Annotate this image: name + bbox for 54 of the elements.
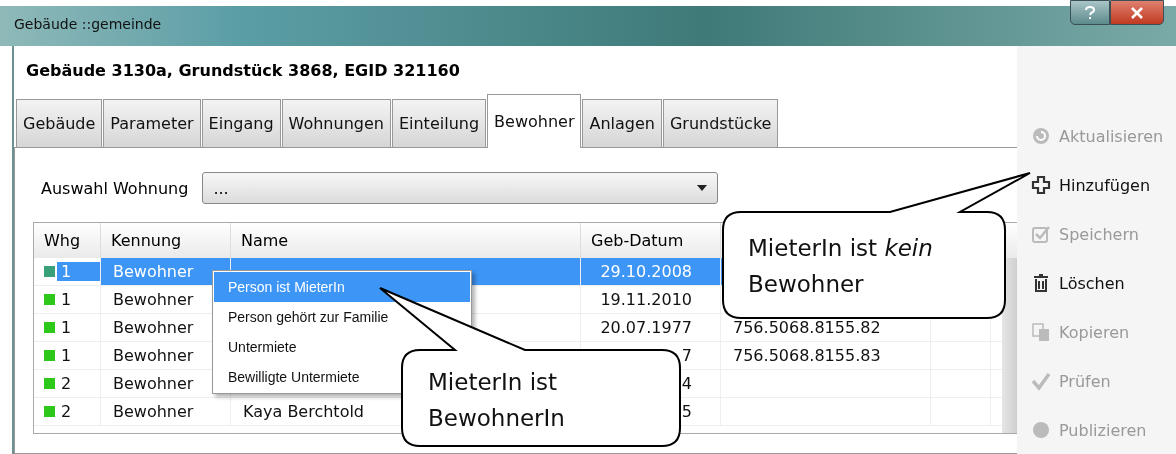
table-cell: 1: [61, 346, 72, 365]
table-cell: 20.07.1977: [600, 318, 692, 337]
tab[interactable]: Bewohner: [487, 94, 582, 148]
refresh-icon: [1031, 126, 1051, 146]
table-cell: Bewohner: [113, 374, 194, 393]
checkbox-icon: [1031, 224, 1051, 244]
checkmark-icon: [1031, 371, 1051, 391]
apartment-dropdown[interactable]: ...: [202, 172, 719, 204]
table-cell: 2: [61, 374, 72, 393]
record-heading: Gebäude 3130a, Grundstück 3868, EGID 321160: [25, 60, 461, 82]
status-square-icon: [44, 378, 55, 389]
table-cell: Bewohner: [113, 318, 194, 337]
table-cell: 756.5068.8155.82: [733, 318, 881, 337]
table-cell: 1: [61, 290, 72, 309]
plus-icon: [1031, 175, 1051, 195]
copy-icon: [1031, 322, 1051, 342]
status-square-icon: [44, 322, 55, 333]
window-title: Gebäude ::gemeinde: [14, 15, 162, 32]
status-square-icon: [44, 406, 55, 417]
trash-icon: [1031, 273, 1051, 293]
table-cell: 2: [61, 402, 72, 421]
table-cell: Kaya Berchtold: [243, 402, 365, 421]
tab[interactable]: Einteilung: [391, 99, 487, 147]
status-square-icon: [44, 266, 55, 277]
tab[interactable]: Grundstücke: [662, 99, 779, 147]
tab[interactable]: Parameter: [103, 99, 201, 147]
status-square-icon: [44, 350, 55, 361]
help-button[interactable]: [1070, 0, 1110, 25]
table-cell: Bewohner: [113, 262, 194, 281]
callout-text: MieterIn ist BewohnerIn: [428, 368, 566, 433]
tab[interactable]: Wohnungen: [281, 99, 391, 147]
table-cell: 5: [681, 402, 692, 421]
table-cell: Bewohner: [113, 290, 194, 309]
tab[interactable]: Gebäude: [16, 99, 103, 147]
table-cell: 19.11.2010: [600, 290, 692, 309]
action-button[interactable]: Löschen: [1027, 259, 1176, 307]
status-square-icon: [44, 294, 55, 305]
action-button[interactable]: Hinzufügen: [1027, 161, 1176, 209]
table-cell: 756.5068.8155.83: [733, 346, 881, 365]
scrollbar[interactable]: [1002, 258, 1017, 433]
help-icon: [1084, 5, 1096, 20]
field-label: Auswahl Wohnung: [41, 178, 189, 198]
table-cell: 7: [681, 346, 692, 365]
tab[interactable]: Anlagen: [582, 99, 662, 147]
table-cell: 1: [57, 262, 100, 281]
close-icon: [1130, 6, 1144, 19]
close-button[interactable]: [1110, 0, 1164, 25]
table-cell: Bewohner: [113, 346, 194, 365]
dropdown-caret-icon: [697, 185, 708, 191]
table-cell: 1: [61, 318, 72, 337]
table-cell: Bewohner: [113, 402, 194, 421]
tab[interactable]: Eingang: [201, 99, 281, 147]
table-cell: 4: [681, 374, 692, 393]
table-cell: 29.10.2008: [600, 262, 692, 281]
